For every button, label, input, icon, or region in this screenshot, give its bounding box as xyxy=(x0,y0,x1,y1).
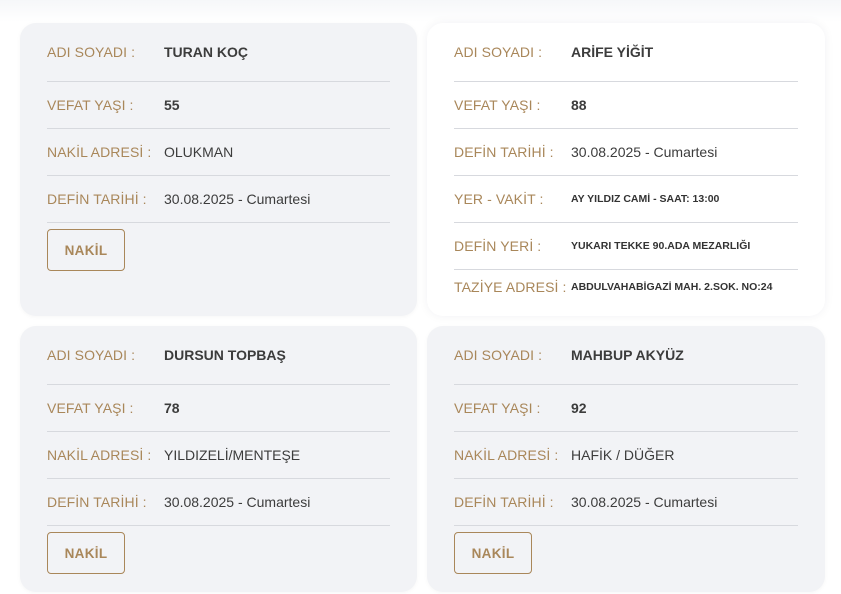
burial-place-row: DEFİN YERİ : YUKARI TEKKE 90.ADA MEZARLI… xyxy=(454,223,798,270)
burial-date-value: 30.08.2025 - Cumartesi xyxy=(571,494,718,510)
transfer-address-value: YILDIZELİ/MENTEŞE xyxy=(164,447,301,463)
name-label: ADI SOYADI : xyxy=(47,347,136,363)
transfer-address-label: NAKİL ADRESİ : xyxy=(47,447,152,463)
obituary-card-turan-koc: ADI SOYADI : TURAN KOÇ VEFAT YAŞI : 55 N… xyxy=(20,23,417,316)
name-row: ADI SOYADI : DURSUN TOPBAŞ xyxy=(47,326,390,385)
name-value: ARİFE YİĞİT xyxy=(571,44,654,60)
transfer-address-row: NAKİL ADRESİ : OLUKMAN xyxy=(47,129,390,176)
name-row: ADI SOYADI : MAHBUP AKYÜZ xyxy=(454,326,798,385)
transfer-address-value: HAFİK / DÜĞER xyxy=(571,447,675,463)
condolence-address-row: TAZİYE ADRESİ : ABDULVAHABİGAZİ MAH. 2.S… xyxy=(454,270,798,304)
name-value: DURSUN TOPBAŞ xyxy=(164,347,286,363)
name-value: MAHBUP AKYÜZ xyxy=(571,347,684,363)
condolence-address-value: ABDULVAHABİGAZİ MAH. 2.SOK. NO:24 xyxy=(571,281,773,293)
age-value: 78 xyxy=(164,400,180,416)
age-value: 88 xyxy=(571,97,587,113)
burial-date-row: DEFİN TARİHİ : 30.08.2025 - Cumartesi xyxy=(454,479,798,526)
burial-date-value: 30.08.2025 - Cumartesi xyxy=(571,144,718,160)
burial-date-row: DEFİN TARİHİ : 30.08.2025 - Cumartesi xyxy=(454,129,798,176)
name-value: TURAN KOÇ xyxy=(164,44,248,60)
transfer-address-row: NAKİL ADRESİ : HAFİK / DÜĞER xyxy=(454,432,798,479)
obituary-card-dursun-topbas: ADI SOYADI : DURSUN TOPBAŞ VEFAT YAŞI : … xyxy=(20,326,417,592)
age-label: VEFAT YAŞI : xyxy=(454,97,541,113)
name-label: ADI SOYADI : xyxy=(454,44,543,60)
condolence-address-label: TAZİYE ADRESİ : xyxy=(454,279,567,295)
burial-date-row: DEFİN TARİHİ : 30.08.2025 - Cumartesi xyxy=(47,479,390,526)
place-time-value: AY YILDIZ CAMİ - SAAT: 13:00 xyxy=(571,193,720,205)
place-time-row: YER - VAKİT : AY YILDIZ CAMİ - SAAT: 13:… xyxy=(454,176,798,223)
transfer-address-label: NAKİL ADRESİ : xyxy=(454,447,559,463)
age-row: VEFAT YAŞI : 92 xyxy=(454,385,798,432)
burial-date-label: DEFİN TARİHİ : xyxy=(454,494,554,510)
age-label: VEFAT YAŞI : xyxy=(454,400,541,416)
transfer-address-value: OLUKMAN xyxy=(164,144,234,160)
name-label: ADI SOYADI : xyxy=(454,347,543,363)
burial-place-value: YUKARI TEKKE 90.ADA MEZARLIĞI xyxy=(571,240,751,252)
obituary-card-mahbup-akyuz: ADI SOYADI : MAHBUP AKYÜZ VEFAT YAŞI : 9… xyxy=(427,326,825,592)
name-label: ADI SOYADI : xyxy=(47,44,136,60)
page-top-strip xyxy=(0,0,841,22)
age-label: VEFAT YAŞI : xyxy=(47,400,134,416)
transfer-address-label: NAKİL ADRESİ : xyxy=(47,144,152,160)
burial-date-label: DEFİN TARİHİ : xyxy=(454,144,554,160)
nakil-button[interactable]: NAKİL xyxy=(454,532,532,574)
burial-date-label: DEFİN TARİHİ : xyxy=(47,191,147,207)
age-row: VEFAT YAŞI : 78 xyxy=(47,385,390,432)
obituary-card-arife-yigit: ADI SOYADI : ARİFE YİĞİT VEFAT YAŞI : 88… xyxy=(427,23,825,316)
burial-place-label: DEFİN YERİ : xyxy=(454,238,542,254)
nakil-button[interactable]: NAKİL xyxy=(47,229,125,271)
age-value: 92 xyxy=(571,400,587,416)
burial-date-value: 30.08.2025 - Cumartesi xyxy=(164,191,311,207)
burial-date-label: DEFİN TARİHİ : xyxy=(47,494,147,510)
burial-date-row: DEFİN TARİHİ : 30.08.2025 - Cumartesi xyxy=(47,176,390,223)
age-label: VEFAT YAŞI : xyxy=(47,97,134,113)
place-time-label: YER - VAKİT : xyxy=(454,191,544,207)
age-value: 55 xyxy=(164,97,180,113)
name-row: ADI SOYADI : TURAN KOÇ xyxy=(47,23,390,82)
burial-date-value: 30.08.2025 - Cumartesi xyxy=(164,494,311,510)
transfer-address-row: NAKİL ADRESİ : YILDIZELİ/MENTEŞE xyxy=(47,432,390,479)
age-row: VEFAT YAŞI : 88 xyxy=(454,82,798,129)
age-row: VEFAT YAŞI : 55 xyxy=(47,82,390,129)
nakil-button[interactable]: NAKİL xyxy=(47,532,125,574)
name-row: ADI SOYADI : ARİFE YİĞİT xyxy=(454,23,798,82)
